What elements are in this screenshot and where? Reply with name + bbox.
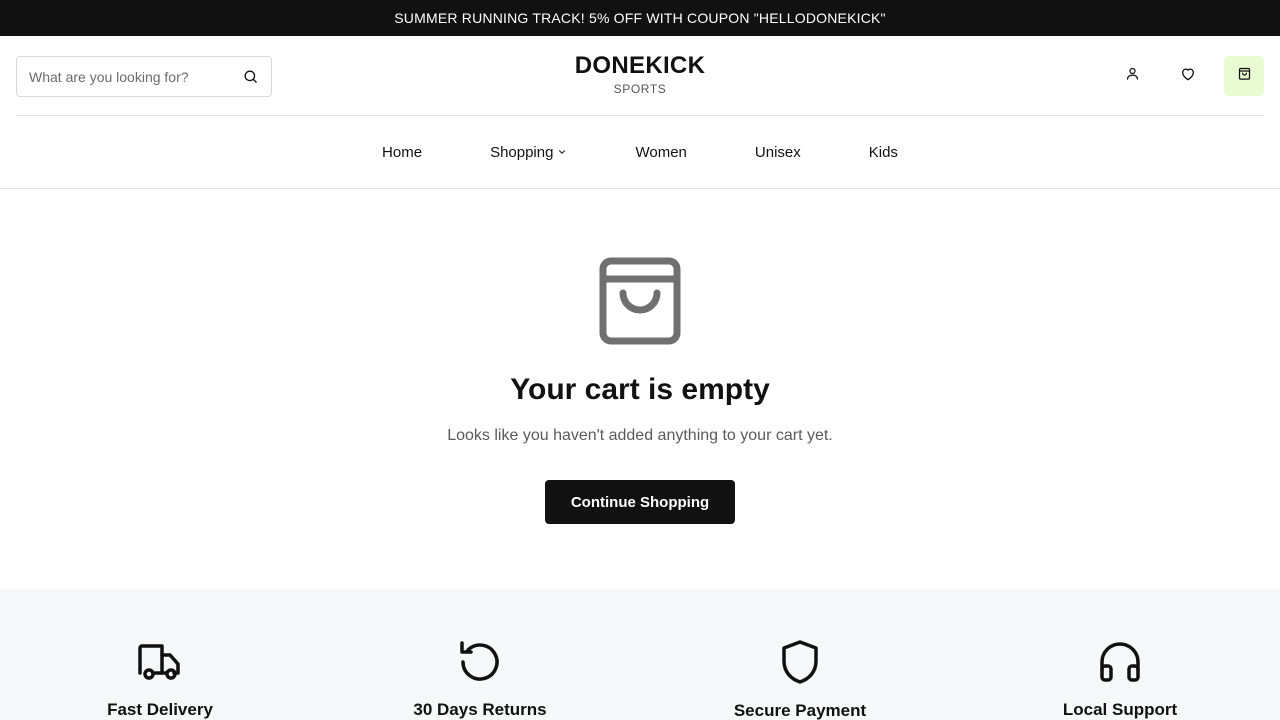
feature-returns: 30 Days Returns [320, 639, 640, 720]
main-nav: Home Shopping Women Unisex Kids [0, 116, 1280, 189]
shield-icon [777, 639, 823, 685]
features-strip: Fast Delivery 30 Days Returns Secure Pay… [0, 589, 1280, 720]
nav-item-kids[interactable]: Kids [869, 144, 898, 161]
wishlist-button[interactable] [1168, 56, 1208, 96]
search-box[interactable] [16, 56, 272, 97]
empty-cart-section: Your cart is empty Looks like you haven'… [0, 189, 1280, 589]
truck-icon [137, 639, 183, 684]
headphones-icon [1097, 639, 1143, 684]
heart-icon [1180, 66, 1196, 87]
nav-item-shopping[interactable]: Shopping [490, 144, 567, 161]
feature-title: Fast Delivery [107, 700, 213, 719]
shopping-bag-icon [599, 257, 681, 345]
cart-button[interactable] [1224, 56, 1264, 96]
header-actions [1112, 56, 1264, 96]
feature-title: Local Support [1062, 700, 1178, 719]
user-icon [1125, 66, 1140, 86]
feature-fast-delivery: Fast Delivery [0, 639, 320, 720]
feature-title: Secure Payment [733, 701, 867, 720]
nav-item-home[interactable]: Home [382, 144, 422, 161]
nav-item-women[interactable]: Women [635, 144, 686, 161]
cart-bag-icon [1237, 66, 1252, 86]
nav-item-label: Kids [868, 143, 898, 161]
nav-item-label: Unisex [754, 143, 801, 161]
search-input[interactable] [29, 68, 241, 85]
logo-brand: DONEKICK [574, 52, 706, 79]
feature-title: 30 Days Returns [413, 700, 547, 719]
nav-item-label: Women [635, 143, 687, 161]
search-icon[interactable] [241, 68, 259, 86]
feature-local-support: Local Support [960, 639, 1280, 720]
account-button[interactable] [1112, 56, 1152, 96]
feature-secure-payment: Secure Payment [640, 639, 960, 720]
nav-item-label: Shopping [490, 143, 554, 161]
site-header: DONEKICK SPORTS [16, 36, 1264, 116]
rotate-icon [457, 639, 503, 684]
nav-item-unisex[interactable]: Unisex [755, 144, 801, 161]
empty-cart-title: Your cart is empty [510, 373, 770, 406]
site-logo[interactable]: DONEKICK SPORTS [574, 52, 706, 96]
announcement-text: SUMMER RUNNING TRACK! 5% OFF WITH COUPON… [394, 10, 886, 26]
nav-item-label: Home [382, 143, 423, 161]
empty-cart-message: Looks like you haven't added anything to… [447, 427, 833, 444]
chevron-down-icon [557, 147, 567, 157]
continue-shopping-button[interactable]: Continue Shopping [545, 480, 735, 524]
announcement-bar: SUMMER RUNNING TRACK! 5% OFF WITH COUPON… [0, 0, 1280, 36]
logo-subtitle: SPORTS [613, 82, 667, 96]
